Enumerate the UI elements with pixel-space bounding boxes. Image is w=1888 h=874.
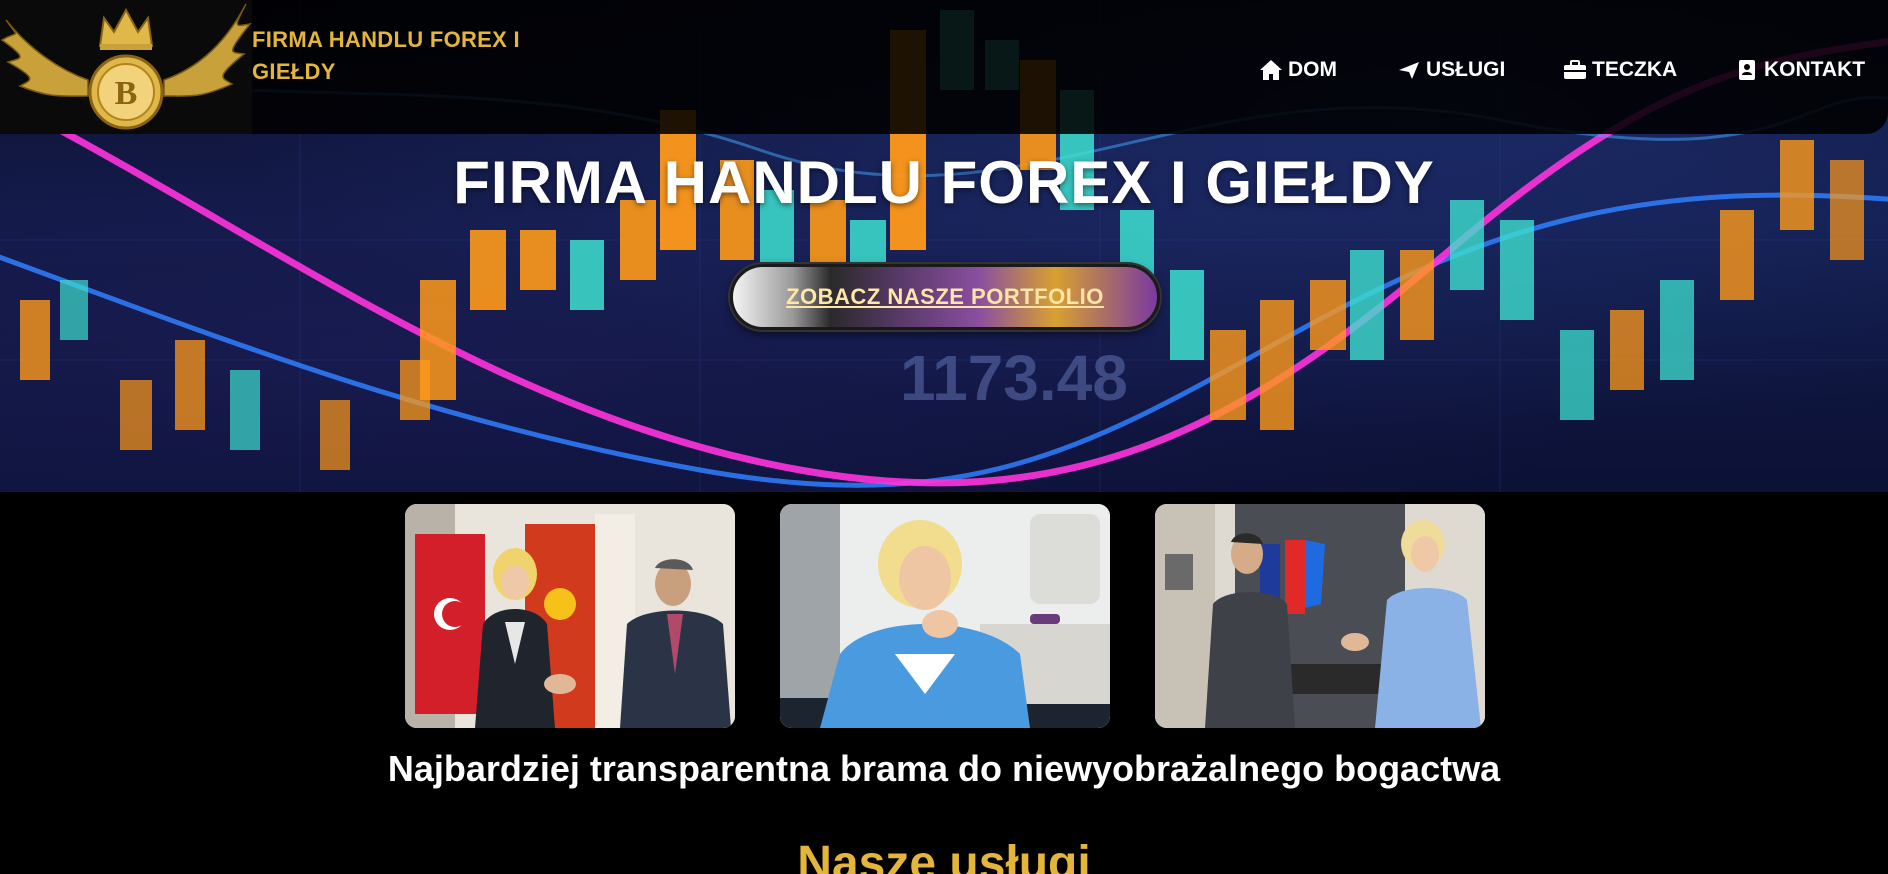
brand-name[interactable]: FIRMA HANDLU FOREX I GIEŁDY — [252, 24, 582, 88]
nav-home-label: DOM — [1288, 58, 1337, 81]
briefcase-icon — [1562, 58, 1588, 82]
nav-services-label: USŁUGI — [1426, 58, 1506, 81]
nav-home[interactable]: DOM — [1258, 58, 1337, 82]
home-icon — [1258, 58, 1284, 82]
address-book-icon — [1734, 58, 1760, 82]
nav-contact-label: KONTAKT — [1764, 58, 1866, 81]
chart-readout: 1173.48 — [900, 342, 1128, 414]
paper-plane-icon — [1396, 58, 1422, 82]
svg-text:B: B — [115, 75, 138, 112]
services-heading: Nasze usługi — [797, 837, 1091, 874]
nav-portfolio[interactable]: TECZKA — [1562, 58, 1677, 82]
brand-logo[interactable]: B — [0, 0, 252, 134]
bitcoin-winged-crown-logo-icon: B — [0, 3, 252, 130]
tagline: Najbardziej transparentna brama do niewy… — [387, 748, 1501, 789]
portfolio-cta-button[interactable]: ZOBACZ NASZE PORTFOLIO — [730, 264, 1160, 330]
nav-services[interactable]: USŁUGI — [1396, 58, 1505, 82]
hero-title: FIRMA HANDLU FOREX I GIEŁDY — [453, 149, 1435, 216]
nav-contact[interactable]: KONTAKT — [1734, 58, 1865, 82]
photo-handshake-flags — [405, 504, 735, 728]
photo-woman-desk — [780, 504, 1110, 728]
photo-handshake-office — [1155, 504, 1485, 728]
nav-portfolio-label: TECZKA — [1592, 58, 1678, 81]
